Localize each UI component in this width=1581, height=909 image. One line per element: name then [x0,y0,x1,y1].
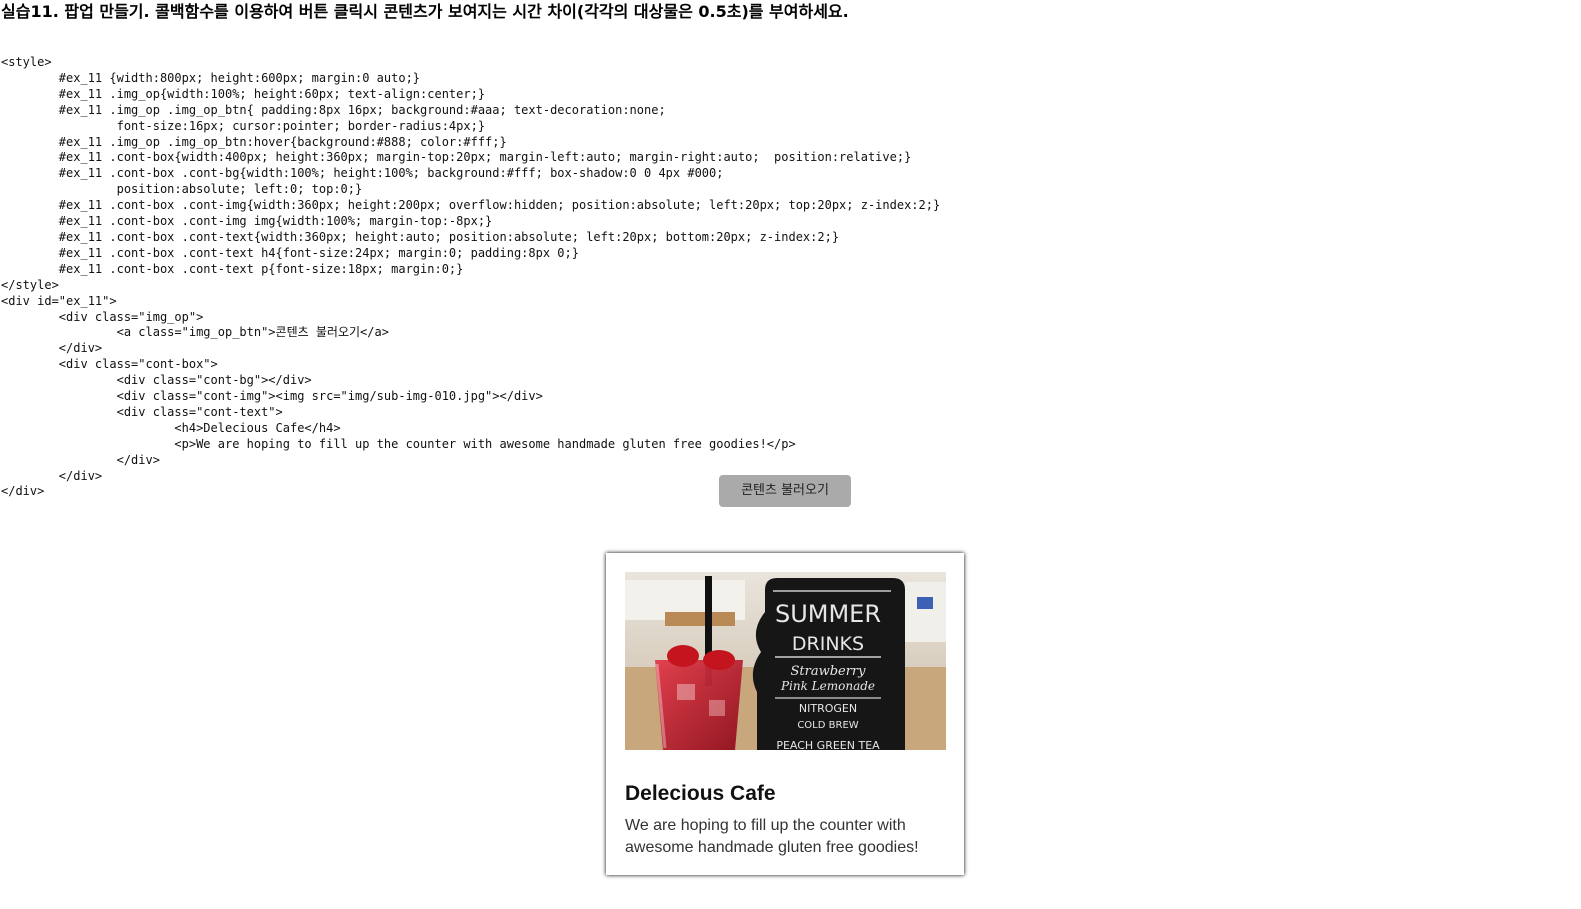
code-line: <div class="cont-text"> [1,404,283,419]
code-line: <div id="ex_11"> [1,293,117,308]
cafe-photo: SUMMER DRINKS Strawberry Pink Lemonade N… [625,572,946,750]
sign-text: Strawberry [790,664,866,679]
code-line: <div class="cont-bg"></div> [1,373,312,388]
sign-text: PEACH GREEN TEA [776,739,880,750]
code-line: </div> [1,341,103,356]
code-line: #ex_11 .img_op{width:100%; height:60px; … [1,86,486,101]
code-line: <a class="img_op_btn">콘텐츠 불러오기</a> [1,325,389,340]
code-line: </div> [1,452,160,467]
sign-text: COLD BREW [797,720,858,731]
code-line: #ex_11 .img_op .img_op_btn:hover{backgro… [1,134,507,149]
code-line: #ex_11 .cont-box .cont-text p{font-size:… [1,261,464,276]
card-description: We are hoping to fill up the counter wit… [625,817,919,856]
sign-text: Pink Lemonade [780,679,875,693]
page-title: 실습11. 팝업 만들기. 콜백함수를 이용하여 버튼 클릭시 콘텐츠가 보여지… [1,2,849,21]
sign-text: SUMMER [775,600,881,628]
code-line: <h4>Delecious Cafe</h4> [1,420,341,435]
code-line: <style> [1,55,52,69]
code-line: #ex_11 .cont-box{width:400px; height:360… [1,150,912,165]
card-text: Delecious Cafe We are hoping to fill up … [625,781,945,859]
code-line: font-size:16px; cursor:pointer; border-r… [1,118,486,133]
code-line: #ex_11 .img_op .img_op_btn{ padding:8px … [1,102,666,117]
code-line: #ex_11 .cont-box .cont-text h4{font-size… [1,245,579,260]
content-card: SUMMER DRINKS Strawberry Pink Lemonade N… [606,553,964,875]
code-line: <div class="img_op"> [1,309,204,324]
code-line: #ex_11 .cont-box .cont-img img{width:100… [1,214,493,229]
code-line: #ex_11 .cont-box .cont-bg{width:100%; he… [1,166,724,181]
sign-text: NITROGEN [799,702,857,715]
code-line: position:absolute; left:0; top:0;} [1,182,363,197]
code-listing: <style> #ex_11 {width:800px; height:600p… [1,55,940,500]
code-line: #ex_11 .cont-box .cont-img{width:360px; … [1,198,941,213]
card-heading: Delecious Cafe [625,782,776,805]
card-image: SUMMER DRINKS Strawberry Pink Lemonade N… [625,572,946,750]
code-line: <div class="cont-img"><img src="img/sub-… [1,389,543,404]
code-line: #ex_11 .cont-box .cont-text{width:360px;… [1,229,840,244]
code-line: <div class="cont-box"> [1,357,218,372]
code-line: </style> [1,277,59,292]
code-line: <p>We are hoping to fill up the counter … [1,436,796,451]
load-content-button[interactable]: 콘텐츠 불러오기 [719,475,851,507]
code-line: #ex_11 {width:800px; height:600px; margi… [1,70,421,85]
sign-text: DRINKS [792,633,864,655]
